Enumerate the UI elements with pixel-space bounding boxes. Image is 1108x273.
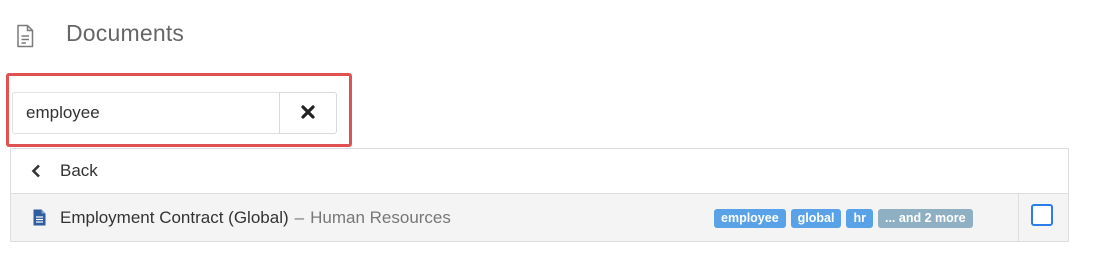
- more-tags-badge[interactable]: ... and 2 more: [877, 209, 973, 228]
- table-row[interactable]: Employment Contract (Global) – Human Res…: [11, 194, 1068, 241]
- document-icon: [14, 23, 36, 49]
- search-group: [12, 92, 337, 134]
- title-separator: –: [294, 207, 305, 227]
- page-header: [14, 20, 36, 52]
- row-divider: [1018, 194, 1019, 241]
- clear-search-button[interactable]: [279, 92, 337, 134]
- documents-page: Documents Back: [0, 0, 1108, 273]
- search-input[interactable]: [12, 92, 279, 134]
- close-icon: [301, 104, 315, 122]
- document-title-link[interactable]: Employment Contract (Global): [60, 208, 289, 228]
- file-text-icon: [32, 209, 46, 227]
- back-label: Back: [60, 161, 98, 180]
- tag-list: employee global hr ... and 2 more: [714, 209, 973, 228]
- document-list: Back Employment Contract (Global) – Huma…: [10, 148, 1069, 242]
- select-checkbox[interactable]: [1031, 204, 1053, 226]
- tag-employee[interactable]: employee: [714, 209, 786, 228]
- page-title: Documents: [66, 20, 185, 46]
- chevron-left-icon: [29, 163, 43, 179]
- tag-global[interactable]: global: [790, 209, 842, 228]
- tag-hr[interactable]: hr: [846, 209, 873, 228]
- document-category: Human Resources: [310, 207, 451, 227]
- back-button[interactable]: Back: [11, 149, 1068, 194]
